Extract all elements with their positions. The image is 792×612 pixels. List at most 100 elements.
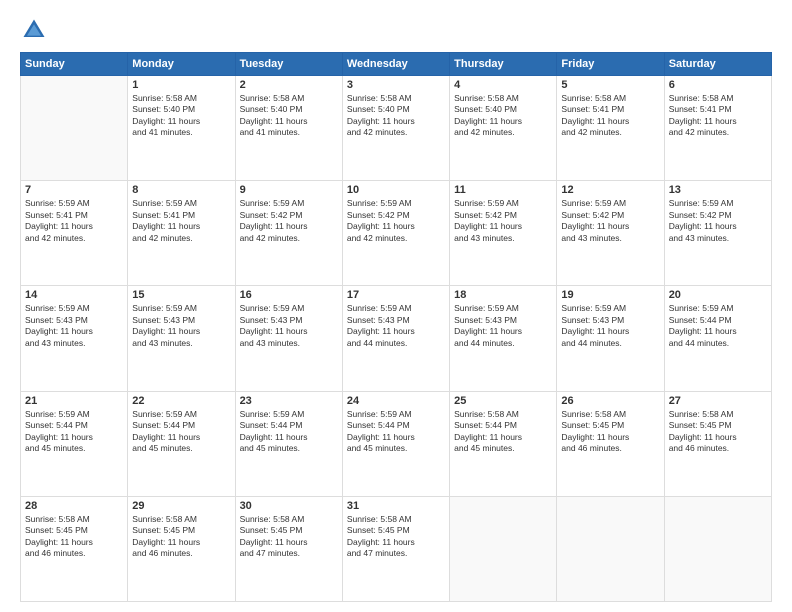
cell-info: Sunrise: 5:59 AM Sunset: 5:43 PM Dayligh… <box>454 303 552 349</box>
header <box>20 16 772 44</box>
day-number: 1 <box>132 79 230 91</box>
calendar-cell: 8 Sunrise: 5:59 AM Sunset: 5:41 PM Daylig… <box>128 181 235 286</box>
day-number: 16 <box>240 289 338 301</box>
day-number: 6 <box>669 79 767 91</box>
calendar-cell: 1 Sunrise: 5:58 AM Sunset: 5:40 PM Daylig… <box>128 76 235 181</box>
calendar-table: SundayMondayTuesdayWednesdayThursdayFrid… <box>20 52 772 602</box>
calendar-cell: 25 Sunrise: 5:58 AM Sunset: 5:44 PM Dayli… <box>450 391 557 496</box>
day-number: 23 <box>240 395 338 407</box>
calendar-week-row: 28 Sunrise: 5:58 AM Sunset: 5:45 PM Dayli… <box>21 496 772 601</box>
weekday-header-thursday: Thursday <box>450 53 557 76</box>
calendar-cell <box>21 76 128 181</box>
calendar-cell: 14 Sunrise: 5:59 AM Sunset: 5:43 PM Dayli… <box>21 286 128 391</box>
cell-info: Sunrise: 5:59 AM Sunset: 5:44 PM Dayligh… <box>347 409 445 455</box>
day-number: 2 <box>240 79 338 91</box>
calendar-cell: 6 Sunrise: 5:58 AM Sunset: 5:41 PM Daylig… <box>664 76 771 181</box>
cell-info: Sunrise: 5:58 AM Sunset: 5:45 PM Dayligh… <box>240 514 338 560</box>
day-number: 12 <box>561 184 659 196</box>
calendar-cell: 15 Sunrise: 5:59 AM Sunset: 5:43 PM Dayli… <box>128 286 235 391</box>
weekday-header-sunday: Sunday <box>21 53 128 76</box>
calendar-cell: 27 Sunrise: 5:58 AM Sunset: 5:45 PM Dayli… <box>664 391 771 496</box>
cell-info: Sunrise: 5:58 AM Sunset: 5:44 PM Dayligh… <box>454 409 552 455</box>
day-number: 10 <box>347 184 445 196</box>
cell-info: Sunrise: 5:58 AM Sunset: 5:40 PM Dayligh… <box>132 93 230 139</box>
cell-info: Sunrise: 5:58 AM Sunset: 5:40 PM Dayligh… <box>347 93 445 139</box>
cell-info: Sunrise: 5:58 AM Sunset: 5:45 PM Dayligh… <box>561 409 659 455</box>
cell-info: Sunrise: 5:58 AM Sunset: 5:45 PM Dayligh… <box>347 514 445 560</box>
day-number: 19 <box>561 289 659 301</box>
calendar-cell: 20 Sunrise: 5:59 AM Sunset: 5:44 PM Dayli… <box>664 286 771 391</box>
day-number: 8 <box>132 184 230 196</box>
cell-info: Sunrise: 5:59 AM Sunset: 5:42 PM Dayligh… <box>454 198 552 244</box>
cell-info: Sunrise: 5:59 AM Sunset: 5:42 PM Dayligh… <box>240 198 338 244</box>
logo-icon <box>20 16 48 44</box>
calendar-cell: 29 Sunrise: 5:58 AM Sunset: 5:45 PM Dayli… <box>128 496 235 601</box>
day-number: 22 <box>132 395 230 407</box>
calendar-week-row: 14 Sunrise: 5:59 AM Sunset: 5:43 PM Dayli… <box>21 286 772 391</box>
cell-info: Sunrise: 5:59 AM Sunset: 5:42 PM Dayligh… <box>669 198 767 244</box>
calendar-cell: 31 Sunrise: 5:58 AM Sunset: 5:45 PM Dayli… <box>342 496 449 601</box>
calendar-cell: 3Sunrise: 5:58 AM Sunset: 5:40 PM Daylig… <box>342 76 449 181</box>
calendar-cell: 17 Sunrise: 5:59 AM Sunset: 5:43 PM Dayli… <box>342 286 449 391</box>
cell-info: Sunrise: 5:59 AM Sunset: 5:42 PM Dayligh… <box>561 198 659 244</box>
calendar-cell: 16 Sunrise: 5:59 AM Sunset: 5:43 PM Dayli… <box>235 286 342 391</box>
calendar-cell: 23 Sunrise: 5:59 AM Sunset: 5:44 PM Dayli… <box>235 391 342 496</box>
weekday-header-row: SundayMondayTuesdayWednesdayThursdayFrid… <box>21 53 772 76</box>
calendar-week-row: 21 Sunrise: 5:59 AM Sunset: 5:44 PM Dayli… <box>21 391 772 496</box>
day-number: 24 <box>347 395 445 407</box>
calendar-week-row: 1 Sunrise: 5:58 AM Sunset: 5:40 PM Daylig… <box>21 76 772 181</box>
day-number: 29 <box>132 500 230 512</box>
cell-info: Sunrise: 5:59 AM Sunset: 5:43 PM Dayligh… <box>347 303 445 349</box>
calendar-cell: 18 Sunrise: 5:59 AM Sunset: 5:43 PM Dayli… <box>450 286 557 391</box>
cell-info: Sunrise: 5:59 AM Sunset: 5:43 PM Dayligh… <box>561 303 659 349</box>
cell-info: Sunrise: 5:58 AM Sunset: 5:45 PM Dayligh… <box>25 514 123 560</box>
calendar-cell: 4Sunrise: 5:58 AM Sunset: 5:40 PM Daylig… <box>450 76 557 181</box>
day-number: 31 <box>347 500 445 512</box>
calendar-cell: 30Sunrise: 5:58 AM Sunset: 5:45 PM Dayli… <box>235 496 342 601</box>
cell-info: Sunrise: 5:59 AM Sunset: 5:43 PM Dayligh… <box>240 303 338 349</box>
calendar-cell: 24 Sunrise: 5:59 AM Sunset: 5:44 PM Dayli… <box>342 391 449 496</box>
calendar-cell <box>664 496 771 601</box>
cell-info: Sunrise: 5:58 AM Sunset: 5:40 PM Dayligh… <box>454 93 552 139</box>
day-number: 26 <box>561 395 659 407</box>
cell-info: Sunrise: 5:59 AM Sunset: 5:44 PM Dayligh… <box>240 409 338 455</box>
day-number: 15 <box>132 289 230 301</box>
calendar-cell <box>450 496 557 601</box>
day-number: 28 <box>25 500 123 512</box>
cell-info: Sunrise: 5:59 AM Sunset: 5:41 PM Dayligh… <box>132 198 230 244</box>
day-number: 17 <box>347 289 445 301</box>
day-number: 21 <box>25 395 123 407</box>
day-number: 13 <box>669 184 767 196</box>
day-number: 27 <box>669 395 767 407</box>
calendar-cell: 7Sunrise: 5:59 AM Sunset: 5:41 PM Daylig… <box>21 181 128 286</box>
calendar-cell: 11Sunrise: 5:59 AM Sunset: 5:42 PM Dayli… <box>450 181 557 286</box>
cell-info: Sunrise: 5:59 AM Sunset: 5:42 PM Dayligh… <box>347 198 445 244</box>
cell-info: Sunrise: 5:59 AM Sunset: 5:43 PM Dayligh… <box>25 303 123 349</box>
day-number: 14 <box>25 289 123 301</box>
cell-info: Sunrise: 5:58 AM Sunset: 5:40 PM Dayligh… <box>240 93 338 139</box>
cell-info: Sunrise: 5:59 AM Sunset: 5:44 PM Dayligh… <box>669 303 767 349</box>
day-number: 20 <box>669 289 767 301</box>
weekday-header-tuesday: Tuesday <box>235 53 342 76</box>
calendar-cell: 12 Sunrise: 5:59 AM Sunset: 5:42 PM Dayli… <box>557 181 664 286</box>
cell-info: Sunrise: 5:59 AM Sunset: 5:41 PM Dayligh… <box>25 198 123 244</box>
weekday-header-monday: Monday <box>128 53 235 76</box>
calendar-cell <box>557 496 664 601</box>
cell-info: Sunrise: 5:58 AM Sunset: 5:45 PM Dayligh… <box>132 514 230 560</box>
calendar-week-row: 7Sunrise: 5:59 AM Sunset: 5:41 PM Daylig… <box>21 181 772 286</box>
cell-info: Sunrise: 5:58 AM Sunset: 5:41 PM Dayligh… <box>561 93 659 139</box>
logo <box>20 16 52 44</box>
day-number: 18 <box>454 289 552 301</box>
day-number: 25 <box>454 395 552 407</box>
day-number: 9 <box>240 184 338 196</box>
cell-info: Sunrise: 5:58 AM Sunset: 5:41 PM Dayligh… <box>669 93 767 139</box>
page: SundayMondayTuesdayWednesdayThursdayFrid… <box>0 0 792 612</box>
cell-info: Sunrise: 5:58 AM Sunset: 5:45 PM Dayligh… <box>669 409 767 455</box>
cell-info: Sunrise: 5:59 AM Sunset: 5:43 PM Dayligh… <box>132 303 230 349</box>
calendar-cell: 10 Sunrise: 5:59 AM Sunset: 5:42 PM Dayli… <box>342 181 449 286</box>
calendar-cell: 13 Sunrise: 5:59 AM Sunset: 5:42 PM Dayli… <box>664 181 771 286</box>
weekday-header-wednesday: Wednesday <box>342 53 449 76</box>
calendar-cell: 28 Sunrise: 5:58 AM Sunset: 5:45 PM Dayli… <box>21 496 128 601</box>
calendar-cell: 22Sunrise: 5:59 AM Sunset: 5:44 PM Dayli… <box>128 391 235 496</box>
day-number: 5 <box>561 79 659 91</box>
